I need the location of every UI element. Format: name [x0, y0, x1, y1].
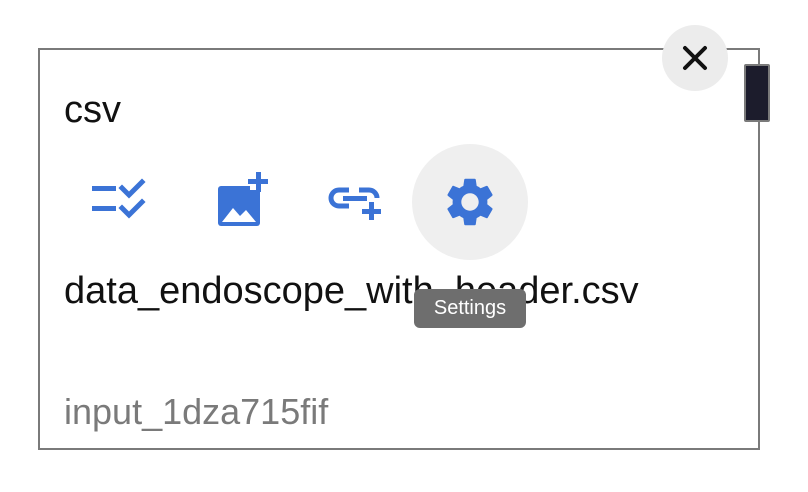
input-id-label: input_1dza715fif	[64, 391, 329, 432]
close-button[interactable]	[662, 25, 728, 91]
close-icon	[683, 46, 707, 70]
add-link-button[interactable]	[314, 160, 394, 240]
select-columns-button[interactable]	[80, 160, 160, 240]
checklist-icon	[92, 178, 146, 219]
settings-button[interactable]	[412, 144, 528, 260]
settings-tooltip: Settings	[414, 289, 526, 328]
add-photo-icon	[218, 172, 268, 226]
add-image-button[interactable]	[198, 160, 278, 240]
scrollbar-thumb[interactable]	[744, 64, 770, 122]
gear-icon	[447, 178, 493, 226]
file-name: data_endoscope_with_header.csv	[64, 270, 639, 312]
node-title: csv	[64, 89, 121, 131]
add-link-icon	[328, 187, 381, 220]
